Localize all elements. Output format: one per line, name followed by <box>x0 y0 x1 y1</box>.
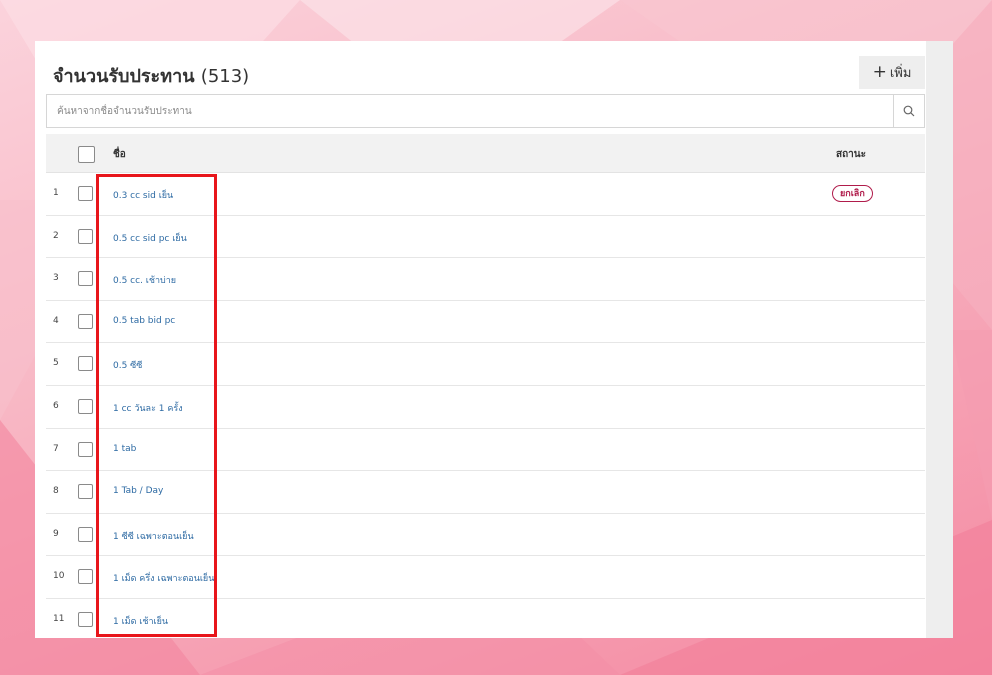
row-checkbox[interactable] <box>78 398 93 414</box>
table-row[interactable]: 7 1 tab <box>46 429 925 472</box>
row-number: 3 <box>53 273 59 284</box>
row-number: 5 <box>53 358 59 369</box>
row-name-link[interactable]: 1 เม็ด ครึ่ง เฉพาะตอนเย็น <box>113 571 214 585</box>
row-checkbox[interactable] <box>78 186 93 201</box>
row-name-link[interactable]: 0.5 tab bid pc <box>113 316 175 326</box>
record-count: (513) <box>200 66 250 87</box>
add-button[interactable]: + เพิ่ม <box>859 56 925 89</box>
page-title-text: จำนวนรับประทาน <box>53 66 195 87</box>
row-number: 4 <box>53 315 59 326</box>
row-number: 8 <box>53 486 59 497</box>
row-number: 7 <box>53 443 59 454</box>
row-checkbox[interactable] <box>78 313 93 329</box>
row-checkbox[interactable] <box>78 611 93 627</box>
search-input[interactable] <box>47 95 893 127</box>
table-row[interactable]: 4 0.5 tab bid pc <box>46 301 925 344</box>
row-name-link[interactable]: 1 เม็ด เช้าเย็น <box>113 614 168 628</box>
row-number: 1 <box>53 188 59 198</box>
table-row[interactable]: 5 0.5 ซีซี <box>46 343 925 386</box>
row-checkbox[interactable] <box>78 356 93 372</box>
table-row[interactable]: 9 1 ซีซี เฉพาะตอนเย็น <box>46 514 925 557</box>
table-row[interactable]: 11 1 เม็ด เช้าเย็น <box>46 599 925 638</box>
table-row[interactable]: 3 0.5 cc. เช้าบ่าย <box>46 258 925 301</box>
row-checkbox[interactable] <box>78 271 93 287</box>
table-body: 1 0.3 cc sid เย็น ยกเลิก 2 0.5 cc sid pc เย็… <box>46 173 925 638</box>
status-badge: ยกเลิก <box>832 185 873 202</box>
row-checkbox[interactable] <box>78 441 93 457</box>
row-name-link[interactable]: 1 tab <box>113 444 136 454</box>
row-checkbox[interactable] <box>78 526 93 542</box>
row-name-link[interactable]: 0.5 ซีซี <box>113 358 142 372</box>
row-name-link[interactable]: 1 ซีซี เฉพาะตอนเย็น <box>113 529 194 543</box>
row-checkbox[interactable] <box>78 484 93 500</box>
search-icon <box>903 105 915 117</box>
column-header-status: สถานะ <box>836 149 866 160</box>
page-title: จำนวนรับประทาน (513) <box>53 61 249 90</box>
row-name-link[interactable]: 0.3 cc sid เย็น <box>113 188 173 202</box>
row-name-link[interactable]: 0.5 cc. เช้าบ่าย <box>113 273 176 287</box>
table-row[interactable]: 1 0.3 cc sid เย็น ยกเลิก <box>46 173 925 216</box>
row-name-link[interactable]: 1 Tab / Day <box>113 486 163 496</box>
table-row[interactable]: 10 1 เม็ด ครึ่ง เฉพาะตอนเย็น <box>46 556 925 599</box>
select-all-checkbox[interactable] <box>78 146 95 163</box>
row-name-link[interactable]: 1 cc วันละ 1 ครั้ง <box>113 401 183 415</box>
row-number: 6 <box>53 400 59 411</box>
search-bar <box>46 94 925 128</box>
row-number: 10 <box>53 571 65 582</box>
row-checkbox[interactable] <box>78 569 93 585</box>
add-button-label: เพิ่ม <box>889 66 912 81</box>
row-name-link[interactable]: 0.5 cc sid pc เย็น <box>113 231 187 245</box>
table-header: ชื่อ สถานะ <box>46 134 925 173</box>
table-row[interactable]: 2 0.5 cc sid pc เย็น <box>46 216 925 259</box>
scrollbar-track[interactable] <box>926 41 953 638</box>
table-row[interactable]: 8 1 Tab / Day <box>46 471 925 514</box>
row-number: 9 <box>53 528 59 539</box>
row-checkbox[interactable] <box>78 228 93 244</box>
column-header-name: ชื่อ <box>113 149 126 160</box>
row-number: 2 <box>53 230 59 241</box>
main-panel: จำนวนรับประทาน (513) + เพิ่ม ชื่อ สถานะ … <box>35 41 953 638</box>
table-row[interactable]: 6 1 cc วันละ 1 ครั้ง <box>46 386 925 429</box>
plus-icon: + <box>872 62 887 82</box>
row-number: 11 <box>53 613 65 624</box>
search-button[interactable] <box>893 95 924 127</box>
